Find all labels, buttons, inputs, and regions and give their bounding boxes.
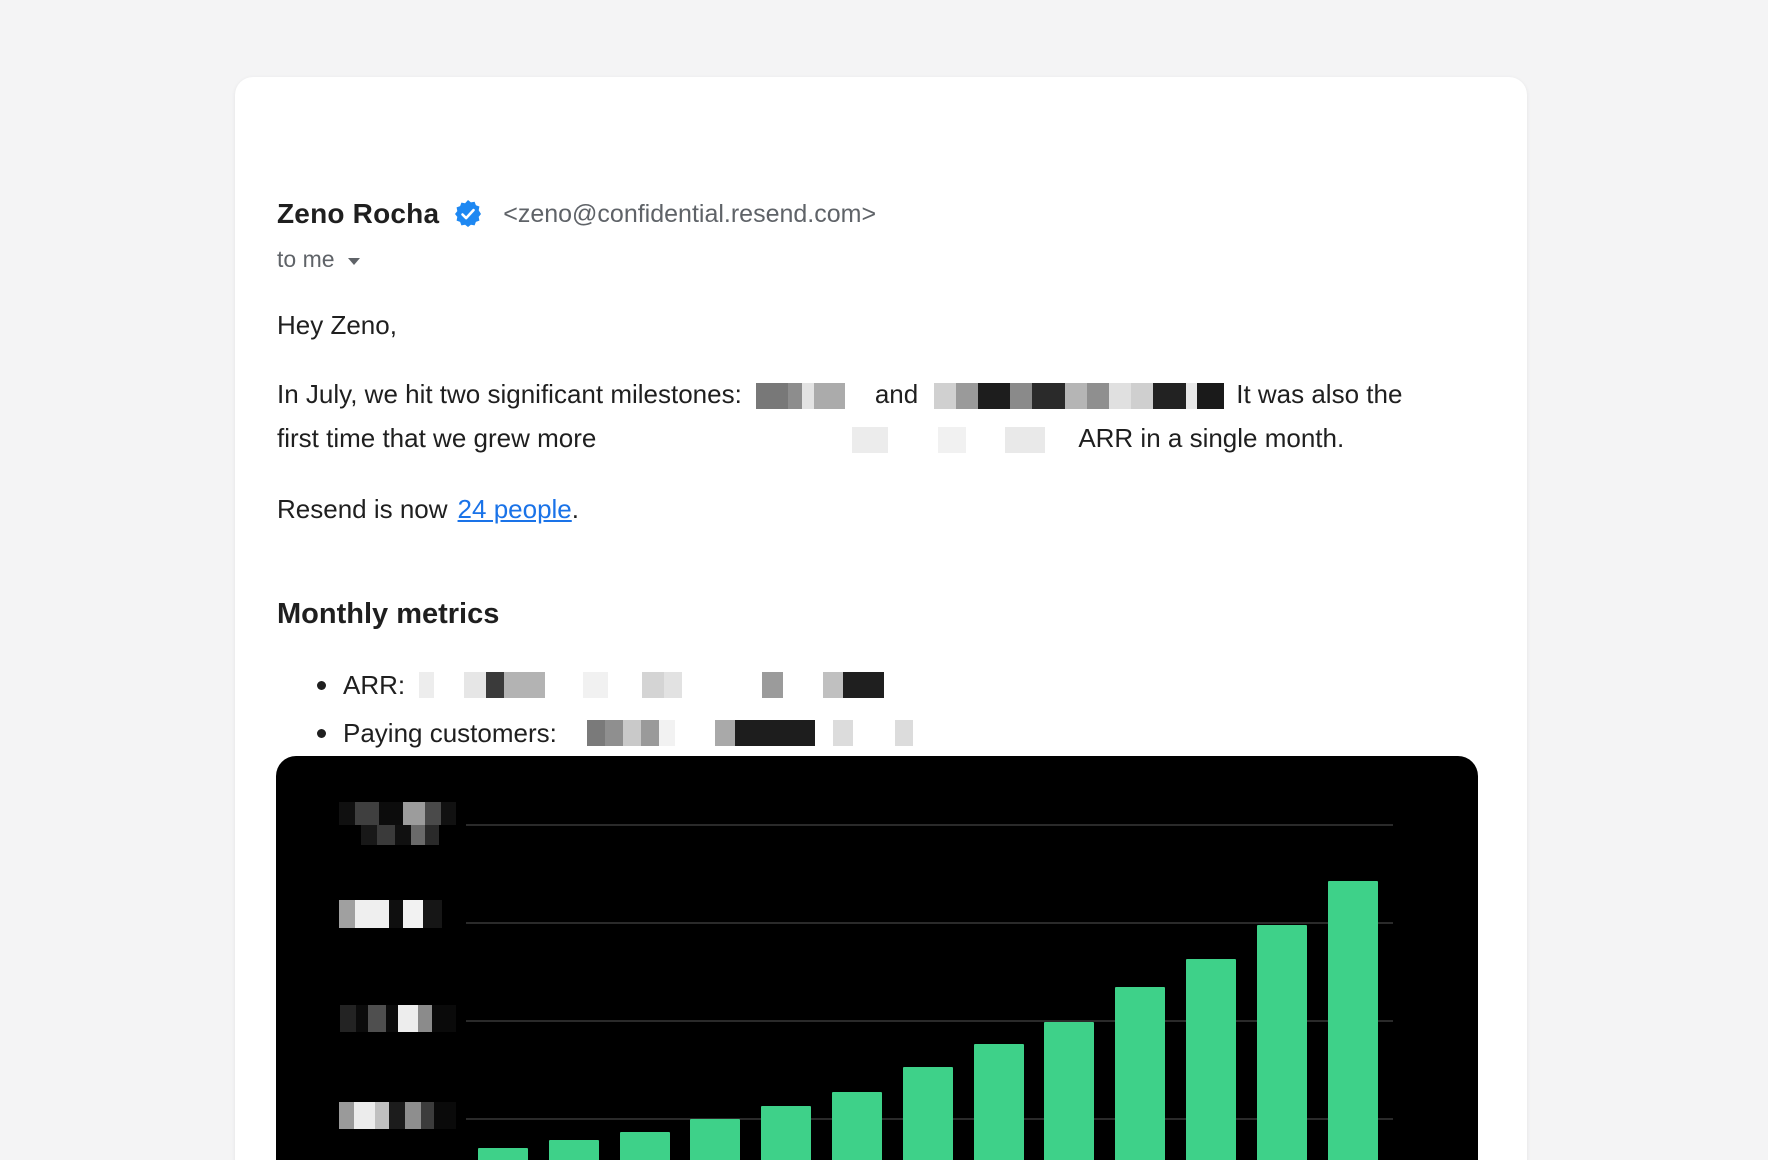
bar [1328,881,1378,1160]
redacted-value-block [715,720,815,746]
metric-label: ARR: [343,670,405,701]
redacted-value-block [419,672,434,698]
greeting-text: Hey Zeno, [277,309,397,341]
dropdown-caret-icon [347,257,361,266]
redacted-value-block [583,672,608,698]
bar [1186,959,1236,1160]
redacted-text-block [934,383,1224,409]
redacted-value-block [587,720,675,746]
redacted-text-block [756,383,845,409]
redacted-value-block [762,672,783,698]
redacted-value-block [464,672,545,698]
bar [974,1044,1024,1160]
bar [903,1067,953,1160]
paragraph-text: and [875,379,918,409]
section-heading: Monthly metrics [277,598,499,631]
bar [832,1092,882,1160]
email-card: Zeno Rocha <zeno@confidential.resend.com… [235,77,1527,1160]
sender-email[interactable]: <zeno@confidential.resend.com> [503,200,876,229]
paragraph-text: . [572,494,579,524]
recipient-dropdown[interactable]: to me [277,245,361,273]
paragraph-text: In July, we hit two significant mileston… [277,379,742,409]
sender-row: Zeno Rocha <zeno@confidential.resend.com… [277,197,876,231]
redacted-value-block [642,672,682,698]
metric-row-paying-customers: Paying customers: [317,717,913,749]
redacted-value-block [895,720,913,746]
recipient-label: to me [277,246,335,273]
bar [761,1106,811,1160]
paragraph-text: It was also the [1236,379,1402,409]
bar [478,1148,528,1160]
bar-plot [276,756,1478,1160]
paragraph-text: ARR in a single month. [1078,423,1344,453]
gridline [466,824,1393,826]
gridline [466,1020,1393,1022]
paragraph-line-2: first time that we grew more ARR in a sin… [277,422,1344,454]
bar [620,1132,670,1160]
redacted-text-block [612,427,1062,453]
bar [690,1119,740,1160]
bar [1044,1022,1094,1160]
paragraph-text: first time that we grew more [277,423,596,453]
metric-row-arr: ARR: [317,669,884,701]
verified-badge-icon [453,199,483,229]
bullet-icon [317,729,326,738]
metric-label: Paying customers: [343,718,557,749]
redacted-value-block [823,672,884,698]
bar [1115,987,1165,1160]
redacted-value-block [833,720,853,746]
paragraph-line-1: In July, we hit two significant mileston… [277,378,1402,410]
bar [549,1140,599,1160]
team-size-link[interactable]: 24 people [458,494,572,524]
bullet-icon [317,681,326,690]
metrics-bar-chart [276,756,1478,1160]
gridline [466,922,1393,924]
bar [1257,925,1307,1160]
paragraph-text: Resend is now [277,494,448,524]
sender-name[interactable]: Zeno Rocha [277,198,439,230]
team-size-line: Resend is now 24 people. [277,493,579,525]
